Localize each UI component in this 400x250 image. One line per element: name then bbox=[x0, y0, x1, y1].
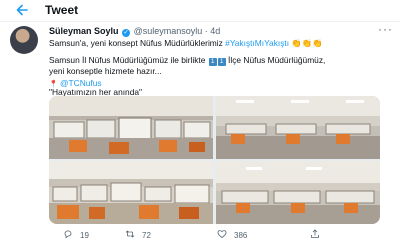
tweet-text: Samsun İl Nüfus Müdürlüğümüz ile birlikt… bbox=[49, 55, 208, 65]
verified-badge-icon: ✓ bbox=[122, 29, 131, 37]
tweet-time[interactable]: 4d bbox=[210, 26, 220, 36]
page-title: Tweet bbox=[45, 3, 79, 17]
reply-count: 19 bbox=[80, 230, 89, 240]
media-photo-1[interactable] bbox=[49, 96, 213, 159]
tweet-actions: 19 72 386 bbox=[49, 226, 380, 244]
retweet-icon bbox=[125, 229, 135, 241]
clap-emoji-icon: 👏👏👏 bbox=[291, 38, 323, 48]
media-photo-4[interactable] bbox=[216, 161, 380, 224]
media-photo-2[interactable] bbox=[216, 96, 380, 159]
like-button[interactable]: 386 bbox=[217, 229, 247, 241]
tweet-header: Tweet bbox=[0, 0, 400, 22]
tweet-text-line-1: Samsun'a, yeni konsept Nüfus Müdürlükler… bbox=[49, 38, 323, 49]
reply-button[interactable]: 19 bbox=[63, 229, 89, 241]
avatar[interactable] bbox=[10, 26, 38, 54]
separator-dot: · bbox=[204, 26, 208, 36]
media-grid bbox=[49, 96, 380, 224]
retweet-count: 72 bbox=[142, 230, 151, 240]
number-one-badge-icon: 1 bbox=[217, 58, 226, 66]
share-button[interactable] bbox=[310, 229, 320, 241]
author-row: Süleyman Soylu ✓ @suleymansoylu · 4d bbox=[49, 26, 220, 37]
like-count: 386 bbox=[234, 230, 248, 240]
back-arrow-icon[interactable] bbox=[14, 2, 30, 18]
author-name[interactable]: Süleyman Soylu bbox=[49, 26, 119, 36]
like-icon bbox=[217, 229, 227, 241]
number-one-badge-icon: 1 bbox=[208, 58, 217, 66]
tweet-text-line-3: yeni konseptle hizmete hazır... bbox=[49, 66, 162, 76]
share-icon bbox=[310, 229, 320, 241]
media-photo-3[interactable] bbox=[49, 161, 213, 224]
retweet-button[interactable]: 72 bbox=[125, 229, 151, 241]
tweet-text-line-2: Samsun İl Nüfus Müdürlüğümüz ile birlikt… bbox=[49, 55, 325, 66]
hashtag-link[interactable]: #YakıştıMıYakıştı bbox=[225, 38, 289, 48]
author-handle[interactable]: @suleymansoylu bbox=[134, 26, 203, 36]
tweet-text: İlçe Nüfus Müdürlüğümüz, bbox=[225, 55, 326, 65]
more-icon[interactable]: ··· bbox=[378, 22, 393, 36]
tweet-text: Samsun'a, yeni konsept Nüfus Müdürlükler… bbox=[49, 38, 226, 48]
reply-icon bbox=[63, 229, 73, 241]
